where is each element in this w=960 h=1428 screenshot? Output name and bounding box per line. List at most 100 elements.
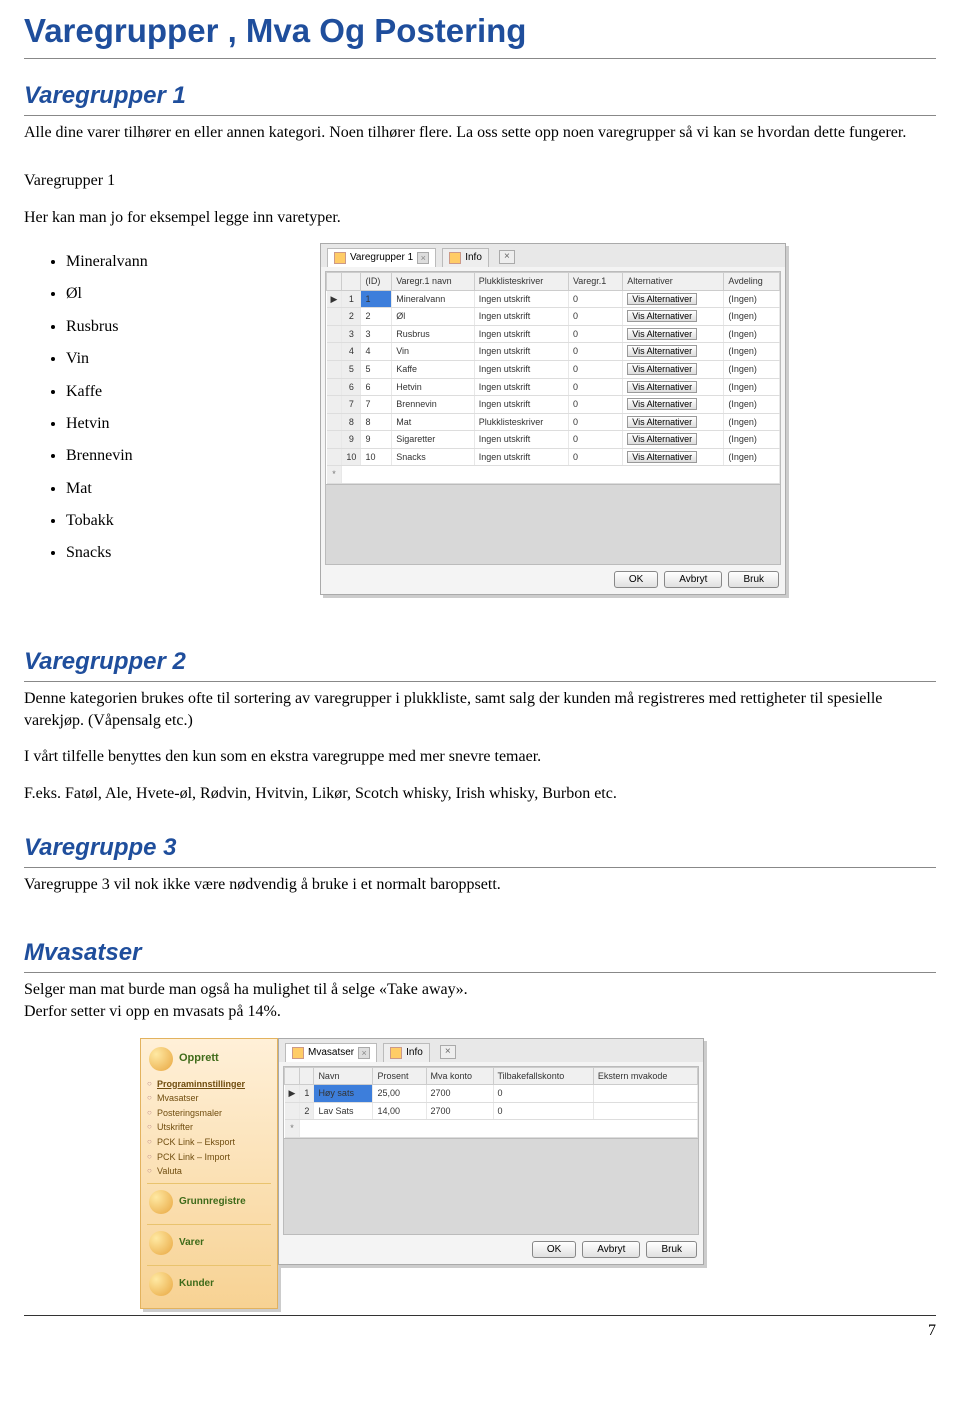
table-row[interactable]: 33RusbrusIngen utskrift0Vis Alternativer… xyxy=(327,325,780,343)
col-varegr1[interactable]: Varegr.1 xyxy=(568,272,622,290)
cell-plukk[interactable]: Ingen utskrift xyxy=(474,290,568,308)
cell-ekstern[interactable] xyxy=(593,1085,697,1103)
cell-avdeling[interactable]: (Ingen) xyxy=(724,378,780,396)
mvasatser-table[interactable]: Navn Prosent Mva konto Tilbakefallskonto… xyxy=(284,1067,698,1138)
col-navn[interactable]: Varegr.1 navn xyxy=(392,272,475,290)
table-row[interactable]: ▶11MineralvannIngen utskrift0Vis Alterna… xyxy=(327,290,780,308)
vis-alternativer-button[interactable]: Vis Alternativer xyxy=(627,416,697,428)
cell-navn[interactable]: Sigaretter xyxy=(392,431,475,449)
col-prosent[interactable]: Prosent xyxy=(373,1067,426,1085)
cell-avdeling[interactable]: (Ingen) xyxy=(724,308,780,326)
sidebar-item-varer[interactable]: Varer xyxy=(147,1224,271,1261)
cell-prosent[interactable]: 14,00 xyxy=(373,1102,426,1120)
cell-navn[interactable]: Snacks xyxy=(392,448,475,466)
cell-alt[interactable]: Vis Alternativer xyxy=(623,343,724,361)
cell-alt[interactable]: Vis Alternativer xyxy=(623,396,724,414)
cell-avdeling[interactable]: (Ingen) xyxy=(724,290,780,308)
vis-alternativer-button[interactable]: Vis Alternativer xyxy=(627,451,697,463)
cell-alt[interactable]: Vis Alternativer xyxy=(623,290,724,308)
cell-navn[interactable]: Lav Sats xyxy=(314,1102,373,1120)
col-navn[interactable]: Navn xyxy=(314,1067,373,1085)
cell-avdeling[interactable]: (Ingen) xyxy=(724,413,780,431)
close-icon[interactable]: × xyxy=(417,252,429,264)
cell-varegr1[interactable]: 0 xyxy=(568,378,622,396)
table-row[interactable]: 2Lav Sats14,0027000 xyxy=(285,1102,698,1120)
cell-id[interactable]: 1 xyxy=(361,290,392,308)
cell-tilbake[interactable]: 0 xyxy=(493,1085,593,1103)
new-row-indicator[interactable]: * xyxy=(327,466,342,484)
sidebar-link[interactable]: Valuta xyxy=(147,1164,271,1179)
cell-alt[interactable]: Vis Alternativer xyxy=(623,325,724,343)
close-icon[interactable]: × xyxy=(358,1047,370,1059)
sidebar-link[interactable]: Programinnstillinger xyxy=(147,1077,271,1092)
cell-plukk[interactable]: Ingen utskrift xyxy=(474,308,568,326)
cell-navn[interactable]: Mat xyxy=(392,413,475,431)
cell-ekstern[interactable] xyxy=(593,1102,697,1120)
cell-prosent[interactable]: 25,00 xyxy=(373,1085,426,1103)
cancel-button[interactable]: Avbryt xyxy=(664,571,722,588)
ok-button[interactable]: OK xyxy=(614,571,658,588)
cell-id[interactable]: 5 xyxy=(361,360,392,378)
table-row[interactable]: 77BrennevinIngen utskrift0Vis Alternativ… xyxy=(327,396,780,414)
ok-button[interactable]: OK xyxy=(532,1241,576,1258)
cell-id[interactable]: 6 xyxy=(361,378,392,396)
sidebar-link[interactable]: PCK Link – Import xyxy=(147,1150,271,1165)
table-row[interactable]: 22ØlIngen utskrift0Vis Alternativer(Inge… xyxy=(327,308,780,326)
vis-alternativer-button[interactable]: Vis Alternativer xyxy=(627,381,697,393)
tab-varegrupper1[interactable]: Varegrupper 1 × xyxy=(327,248,436,267)
sidebar-link[interactable]: PCK Link – Eksport xyxy=(147,1135,271,1150)
cell-varegr1[interactable]: 0 xyxy=(568,431,622,449)
sidebar-item-kunder[interactable]: Kunder xyxy=(147,1265,271,1302)
col-alt[interactable]: Alternativer xyxy=(623,272,724,290)
cell-navn[interactable]: Øl xyxy=(392,308,475,326)
cell-id[interactable]: 4 xyxy=(361,343,392,361)
col-tilbake[interactable]: Tilbakefallskonto xyxy=(493,1067,593,1085)
cell-id[interactable]: 7 xyxy=(361,396,392,414)
cell-navn[interactable]: Brennevin xyxy=(392,396,475,414)
cell-varegr1[interactable]: 0 xyxy=(568,343,622,361)
close-all-icon[interactable]: × xyxy=(440,1045,456,1059)
table-row[interactable]: 1010SnacksIngen utskrift0Vis Alternative… xyxy=(327,448,780,466)
table-row[interactable]: 44VinIngen utskrift0Vis Alternativer(Ing… xyxy=(327,343,780,361)
cell-mvakonto[interactable]: 2700 xyxy=(426,1085,493,1103)
cell-navn[interactable]: Hetvin xyxy=(392,378,475,396)
col-avdeling[interactable]: Avdeling xyxy=(724,272,780,290)
vis-alternativer-button[interactable]: Vis Alternativer xyxy=(627,328,697,340)
cell-plukk[interactable]: Ingen utskrift xyxy=(474,448,568,466)
tab-info[interactable]: Info xyxy=(442,248,489,267)
varegrupper-table[interactable]: (ID) Varegr.1 navn Plukklisteskriver Var… xyxy=(326,272,780,484)
sidebar-link[interactable]: Mvasatser xyxy=(147,1091,271,1106)
cell-avdeling[interactable]: (Ingen) xyxy=(724,325,780,343)
cell-navn[interactable]: Høy sats xyxy=(314,1085,373,1103)
cell-navn[interactable]: Mineralvann xyxy=(392,290,475,308)
table-row[interactable]: 55KaffeIngen utskrift0Vis Alternativer(I… xyxy=(327,360,780,378)
col-plukk[interactable]: Plukklisteskriver xyxy=(474,272,568,290)
table-row[interactable]: 88MatPlukklisteskriver0Vis Alternativer(… xyxy=(327,413,780,431)
cancel-button[interactable]: Avbryt xyxy=(582,1241,640,1258)
cell-avdeling[interactable]: (Ingen) xyxy=(724,431,780,449)
table-row[interactable]: ▶1Høy sats25,0027000 xyxy=(285,1085,698,1103)
col-id[interactable]: (ID) xyxy=(361,272,392,290)
cell-id[interactable]: 8 xyxy=(361,413,392,431)
table-row[interactable]: 99SigaretterIngen utskrift0Vis Alternati… xyxy=(327,431,780,449)
new-row-indicator[interactable]: * xyxy=(285,1120,300,1138)
vis-alternativer-button[interactable]: Vis Alternativer xyxy=(627,293,697,305)
apply-button[interactable]: Bruk xyxy=(646,1241,697,1258)
cell-plukk[interactable]: Ingen utskrift xyxy=(474,431,568,449)
cell-mvakonto[interactable]: 2700 xyxy=(426,1102,493,1120)
cell-plukk[interactable]: Ingen utskrift xyxy=(474,343,568,361)
cell-plukk[interactable]: Ingen utskrift xyxy=(474,360,568,378)
cell-alt[interactable]: Vis Alternativer xyxy=(623,431,724,449)
cell-varegr1[interactable]: 0 xyxy=(568,308,622,326)
cell-navn[interactable]: Rusbrus xyxy=(392,325,475,343)
vis-alternativer-button[interactable]: Vis Alternativer xyxy=(627,310,697,322)
table-row[interactable]: 66HetvinIngen utskrift0Vis Alternativer(… xyxy=(327,378,780,396)
sidebar-link[interactable]: Utskrifter xyxy=(147,1120,271,1135)
cell-plukk[interactable]: Ingen utskrift xyxy=(474,325,568,343)
cell-avdeling[interactable]: (Ingen) xyxy=(724,360,780,378)
cell-id[interactable]: 2 xyxy=(361,308,392,326)
cell-id[interactable]: 10 xyxy=(361,448,392,466)
cell-avdeling[interactable]: (Ingen) xyxy=(724,343,780,361)
cell-navn[interactable]: Kaffe xyxy=(392,360,475,378)
cell-id[interactable]: 9 xyxy=(361,431,392,449)
